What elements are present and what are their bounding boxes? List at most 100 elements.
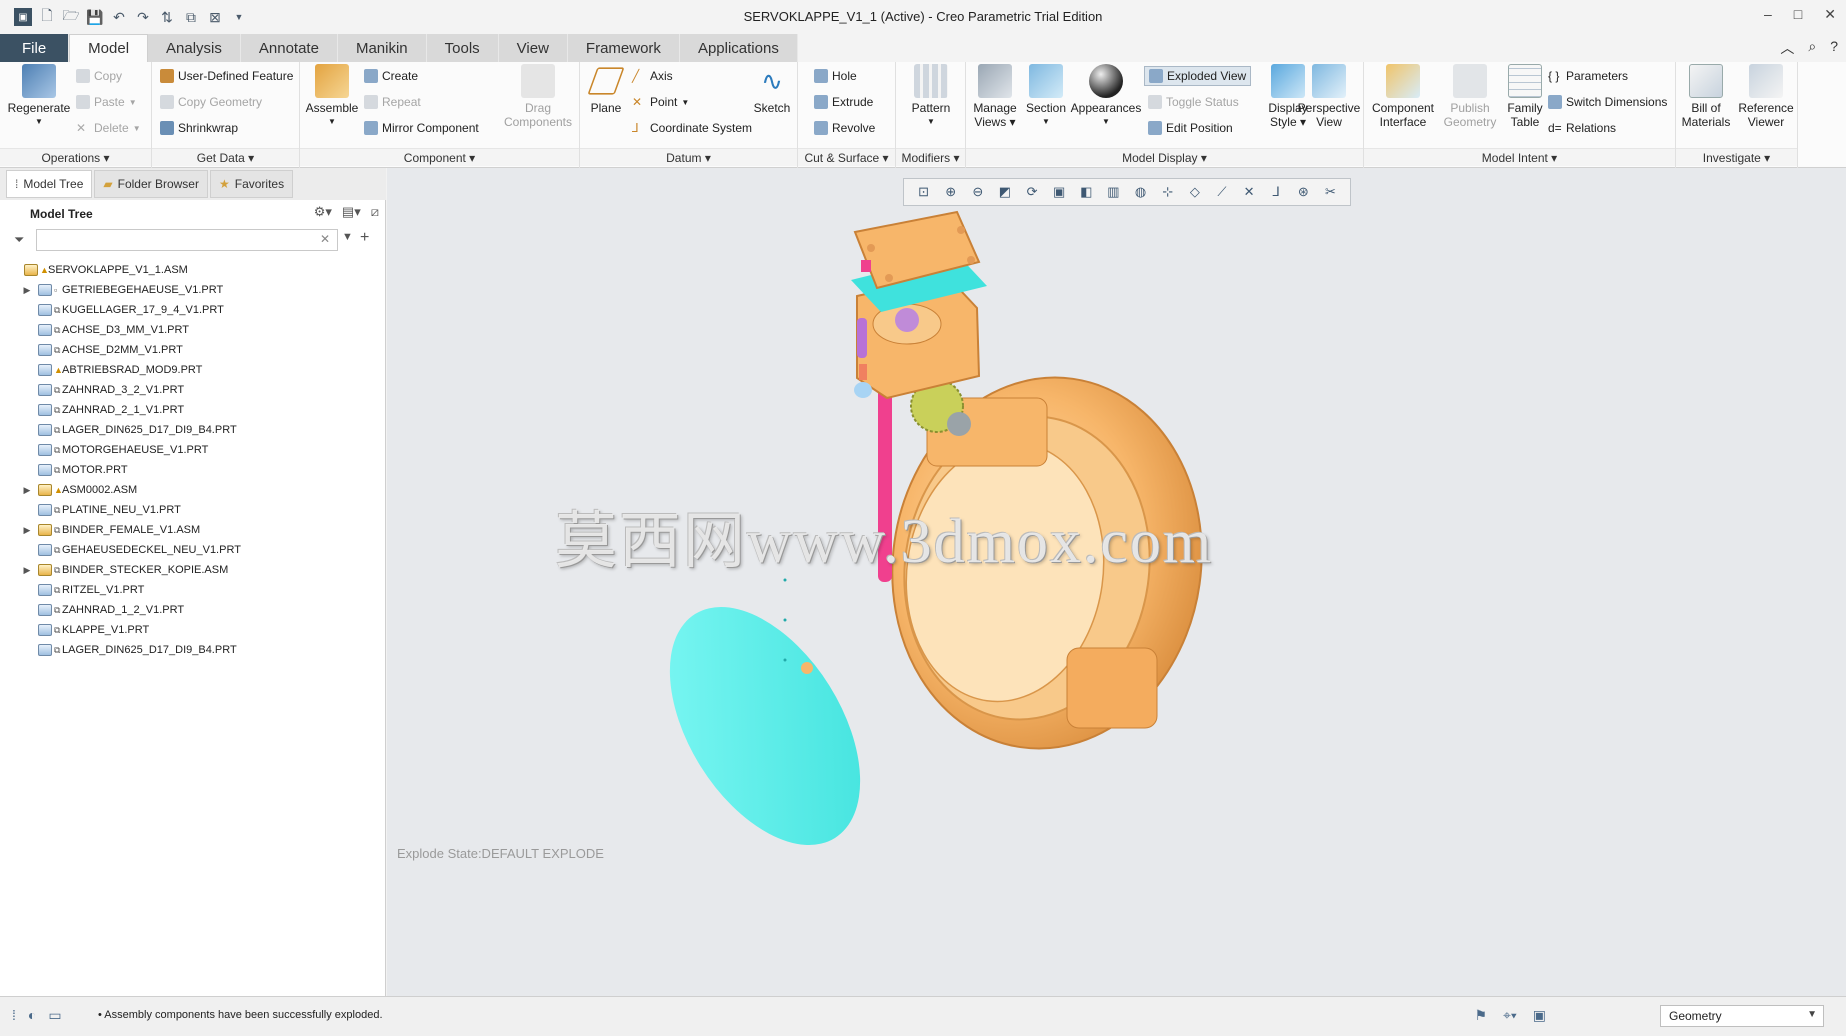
zoom-out-icon[interactable]: ⊖ [970,184,986,200]
tab-favorites[interactable]: ★ Favorites [209,170,294,198]
tree-item[interactable]: ⧉ ACHSE_D2MM_V1.PRT [0,340,386,360]
group-label-modifiers[interactable]: Modifiers ▾ [896,148,965,166]
tab-model[interactable]: Model [69,34,149,62]
group-label-cut-surface[interactable]: Cut & Surface ▾ [798,148,895,166]
search-icon[interactable]: ⌕ [1808,38,1816,58]
collapse-ribbon-icon[interactable]: ︿ [1780,38,1794,58]
tree-item[interactable]: ⧉ ZAHNRAD_1_2_V1.PRT [0,600,386,620]
maximize-button[interactable]: □ [1794,6,1802,23]
saved-orientations-icon[interactable]: ▣ [1051,184,1067,200]
tab-view[interactable]: View [498,34,568,62]
close-button[interactable]: ✕ [1824,6,1836,23]
refit-icon[interactable]: ⊡ [916,184,932,200]
publish-geometry-button[interactable]: Publish Geometry [1440,64,1500,129]
tree-item[interactable]: ⧉ ZAHNRAD_3_2_V1.PRT [0,380,386,400]
group-label-get-data[interactable]: Get Data ▾ [152,148,299,166]
sketch-button[interactable]: ∿ Sketch [750,64,794,115]
fullscreen-icon[interactable]: ▭ [48,1007,61,1024]
tree-root-item[interactable]: ▲ SERVOKLAPPE_V1_1.ASM [0,260,386,280]
display-style-icon[interactable]: ◧ [1078,184,1094,200]
help-icon[interactable]: ? [1830,38,1838,58]
tab-folder-browser[interactable]: ▰ Folder Browser [94,170,208,198]
tree-filter-options-icon[interactable]: ⧄ [371,204,379,220]
tree-item[interactable]: ▶ ▫ GETRIEBEGEHAEUSE_V1.PRT [0,280,386,300]
create-button[interactable]: Create [364,66,418,86]
app-icon[interactable]: ▣ [14,8,32,26]
reference-viewer-button[interactable]: Reference Viewer [1736,64,1796,129]
tree-settings-icon[interactable]: ⚙▾ [314,204,332,220]
expand-arrow-icon[interactable]: ▶ [20,285,34,296]
zoom-in-icon[interactable]: ⊕ [943,184,959,200]
redo-icon[interactable]: ↷ [134,8,152,26]
tab-framework[interactable]: Framework [567,34,680,62]
edit-position-button[interactable]: Edit Position [1148,118,1233,138]
bill-of-materials-button[interactable]: Bill of Materials [1678,64,1734,129]
tree-item[interactable]: ⧉ ZAHNRAD_2_1_V1.PRT [0,400,386,420]
tree-item[interactable]: ⧉ MOTORGEHAEUSE_V1.PRT [0,440,386,460]
relations-button[interactable]: d= Relations [1548,118,1616,138]
annotation-display-icon[interactable]: ✂ [1322,184,1338,200]
drag-components-button[interactable]: Drag Components [500,64,576,129]
exploded-assembly-model[interactable] [387,168,1846,996]
hole-button[interactable]: Hole [814,66,857,86]
windows-icon[interactable]: ⧉ [182,8,200,26]
appearances-button[interactable]: Appearances ▼ [1070,64,1142,129]
manage-views-button[interactable]: Manage Views ▾ [970,64,1020,129]
tree-item[interactable]: ⧉ KLAPPE_V1.PRT [0,620,386,640]
minimize-button[interactable]: – [1764,6,1772,23]
filter-icon[interactable]: ⏷ [14,232,24,248]
tab-analysis[interactable]: Analysis [148,34,241,62]
tree-item[interactable]: ⧉ LAGER_DIN625_D17_DI9_B4.PRT [0,420,386,440]
family-table-button[interactable]: Family Table [1502,64,1548,129]
tree-item[interactable]: ▶ ⧉ BINDER_STECKER_KOPIE.ASM [0,560,386,580]
point-button[interactable]: ✕ Point ▼ [632,92,689,112]
valve-flap-disc[interactable] [631,574,900,878]
tab-tools[interactable]: Tools [426,34,499,62]
parameters-button[interactable]: { } Parameters [1548,66,1628,86]
extrude-button[interactable]: Extrude [814,92,873,112]
graphics-window[interactable]: 莫西网www.3dmox.com ⊡ ⊕ ⊖ ◩ ⟳ ▣ ◧ ▥ ◍ ⊹ ◇ ⟋… [387,168,1846,996]
tab-file[interactable]: File [0,34,70,62]
group-label-investigate[interactable]: Investigate ▾ [1676,148,1797,166]
save-icon[interactable]: 💾 [86,8,104,26]
tree-item[interactable]: ⧉ GEHAEUSEDECKEL_NEU_V1.PRT [0,540,386,560]
plane-display-icon[interactable]: ◇ [1187,184,1203,200]
selection-filter-select[interactable]: Geometry ▼ [1660,1005,1824,1027]
smart-select-icon[interactable]: ⚑ [1474,1007,1487,1024]
paste-button[interactable]: Paste ▼ [76,92,137,112]
search-options-dropdown-icon[interactable]: ▼ [342,231,353,243]
plane-button[interactable]: Plane [584,64,628,115]
shrinkwrap-button[interactable]: Shrinkwrap [160,118,238,138]
group-label-model-intent[interactable]: Model Intent ▾ [1364,148,1675,166]
tab-model-tree[interactable]: ⁞ Model Tree [6,170,93,198]
tree-item[interactable]: ⧉ PLATINE_NEU_V1.PRT [0,500,386,520]
group-label-model-display[interactable]: Model Display ▾ [966,148,1363,166]
mirror-component-button[interactable]: Mirror Component [364,118,479,138]
perspective-icon[interactable]: ▥ [1105,184,1121,200]
group-label-component[interactable]: Component ▾ [300,148,579,166]
find-icon[interactable]: ⌖▾ [1503,1007,1517,1024]
axis-display-icon[interactable]: ⟋ [1214,184,1230,200]
regenerate-icon[interactable]: ⇅ [158,8,176,26]
group-label-datum[interactable]: Datum ▾ [580,148,797,166]
regenerate-button[interactable]: Regenerate ▼ [8,64,70,129]
axis-button[interactable]: ╱ Axis [632,66,673,86]
tab-manikin[interactable]: Manikin [337,34,427,62]
expand-arrow-icon[interactable]: ▶ [20,485,34,496]
repaint-icon[interactable]: ◩ [997,184,1013,200]
model-tree-search-input[interactable] [36,229,338,251]
user-defined-feature-button[interactable]: User-Defined Feature [160,66,293,86]
spin-center-icon[interactable]: ⊛ [1295,184,1311,200]
tab-annotate[interactable]: Annotate [240,34,338,62]
perspective-view-button[interactable]: Perspective View [1294,64,1364,129]
pattern-button[interactable]: Pattern ▼ [904,64,958,129]
tree-item[interactable]: ⧉ ACHSE_D3_MM_V1.PRT [0,320,386,340]
open-folder-icon[interactable]: 🗁 [62,7,80,26]
expand-arrow-icon[interactable]: ▶ [20,525,34,536]
delete-button[interactable]: ✕ Delete ▼ [76,118,141,138]
revolve-button[interactable]: Revolve [814,118,875,138]
tree-item[interactable]: ⧉ RITZEL_V1.PRT [0,580,386,600]
close-window-icon[interactable]: ⊠ [206,8,224,26]
tree-item[interactable]: ▲ ABTRIEBSRAD_MOD9.PRT [0,360,386,380]
toggle-status-button[interactable]: Toggle Status [1148,92,1239,112]
